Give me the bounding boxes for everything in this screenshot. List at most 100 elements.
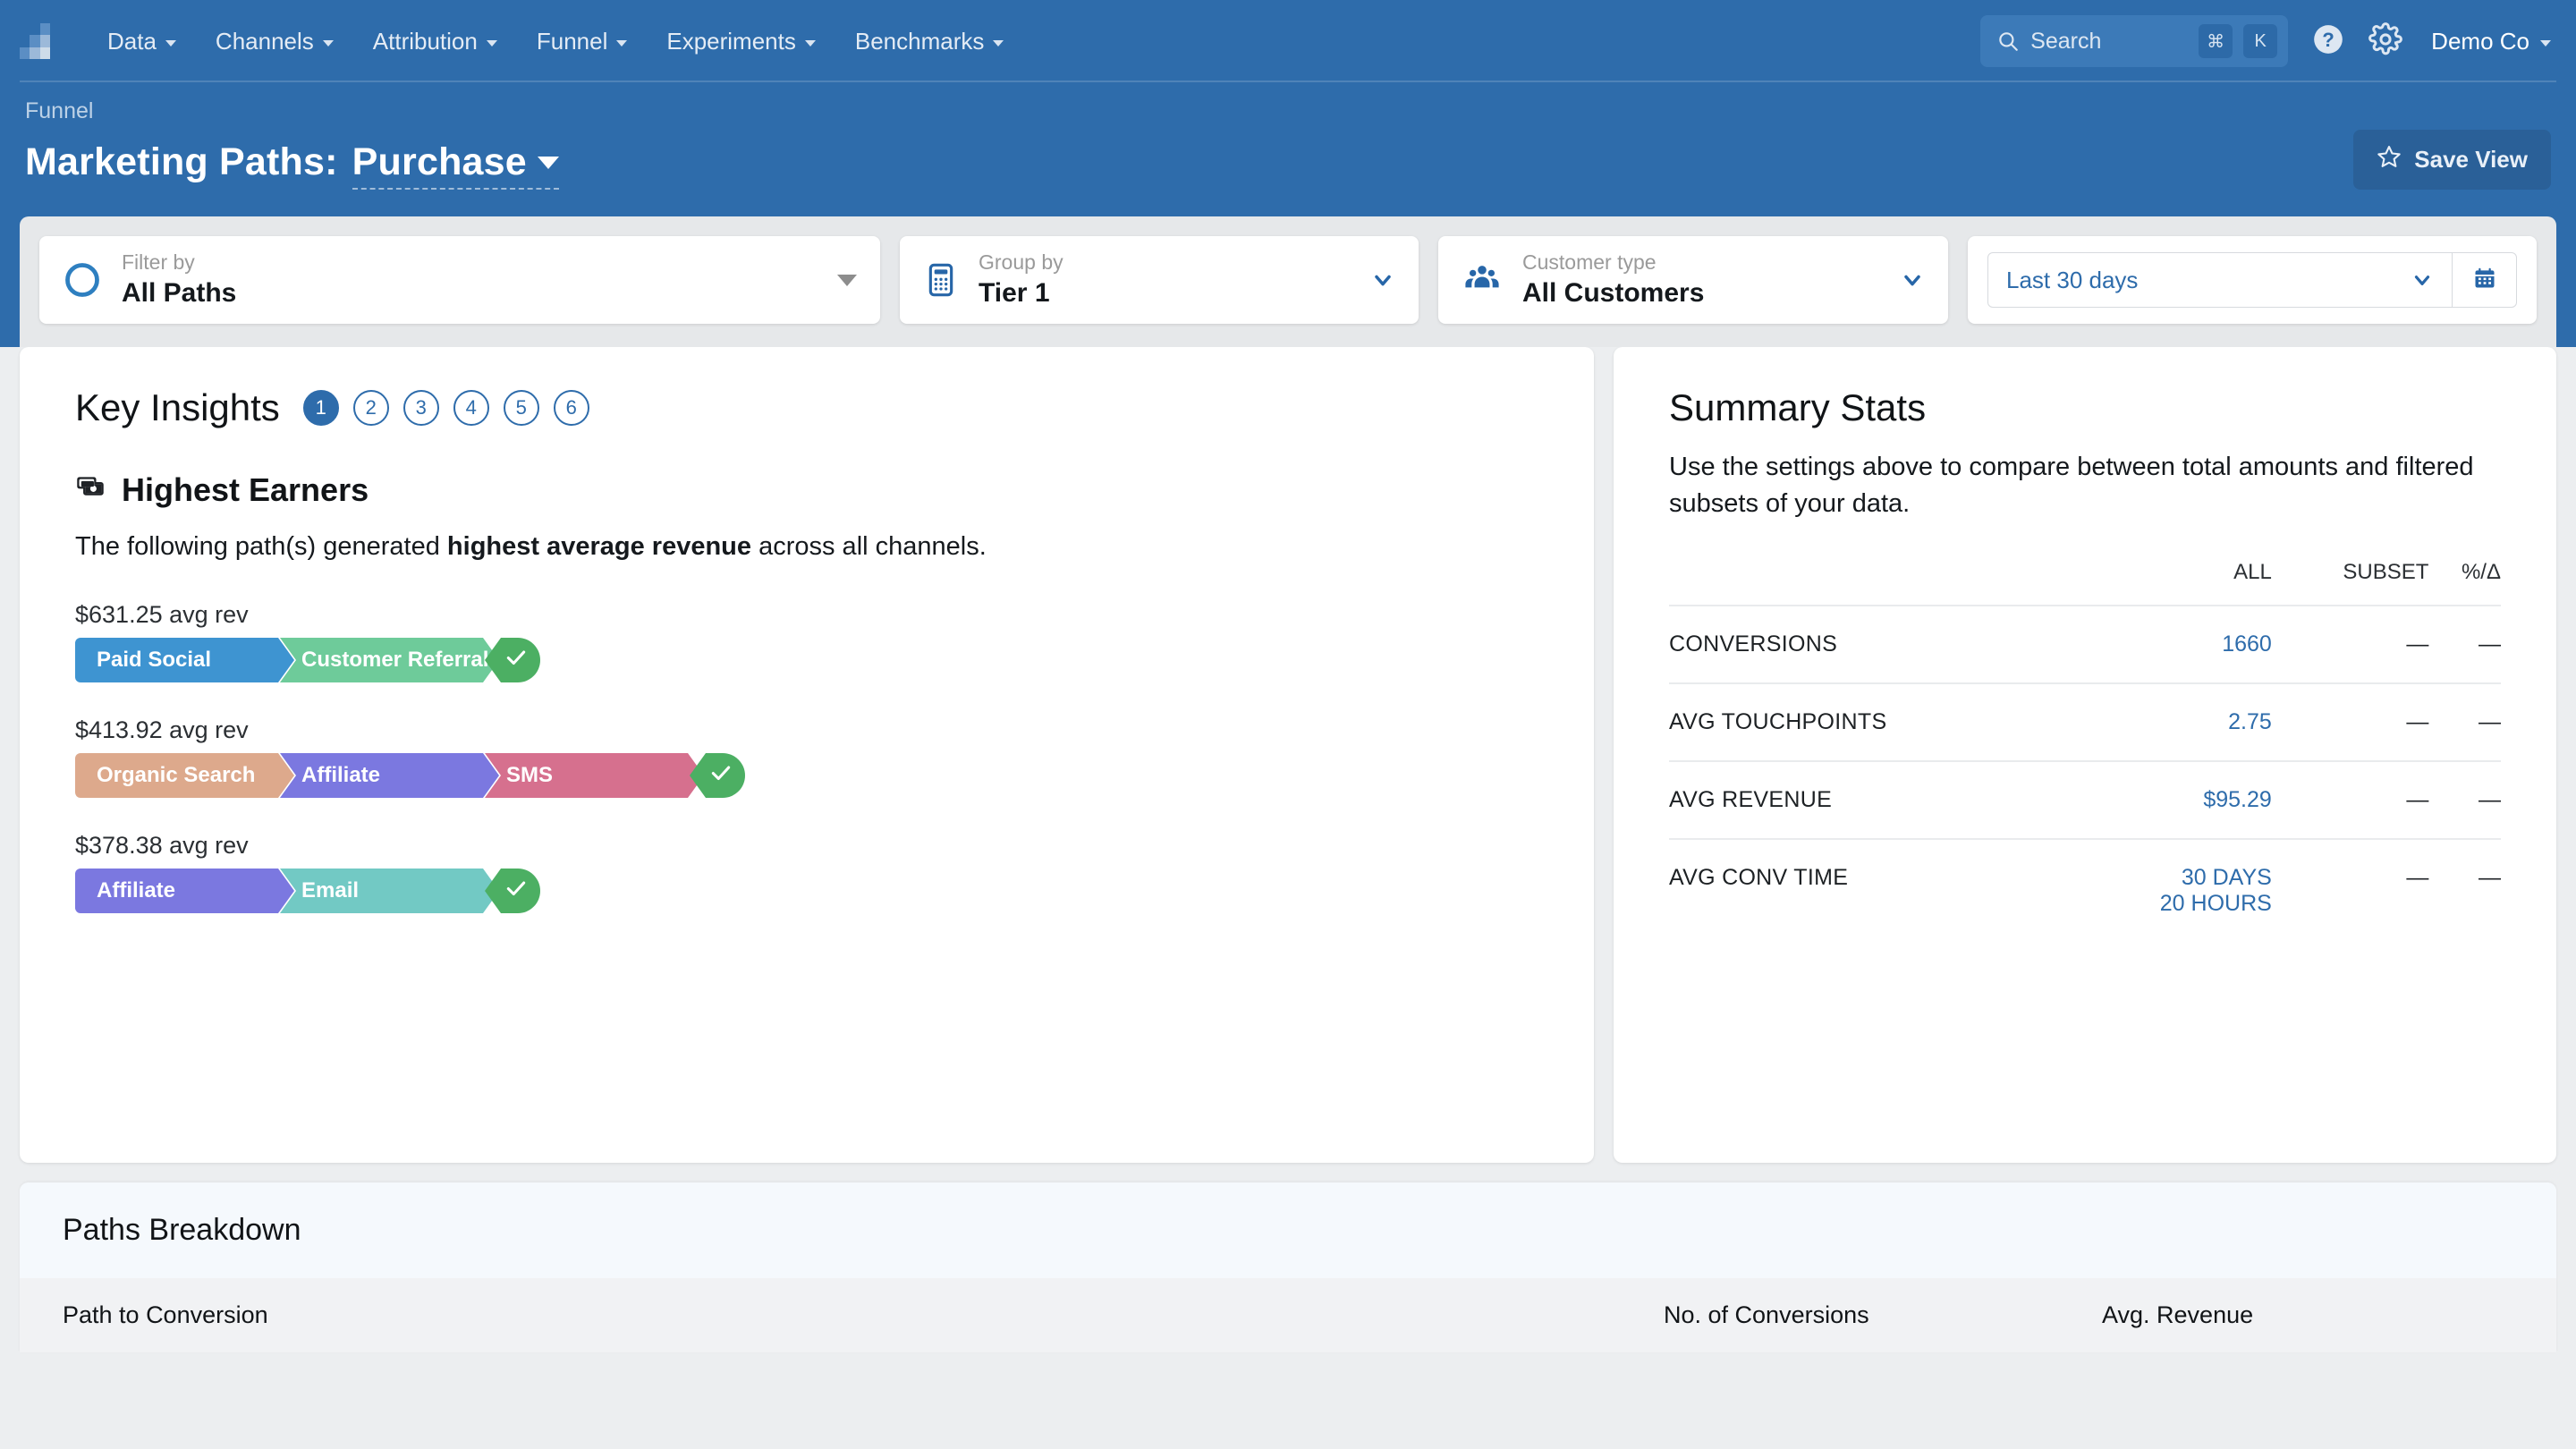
nav-item-label: Funnel [537, 28, 608, 55]
insight-page-2[interactable]: 2 [353, 390, 389, 426]
table-row: AVG CONV TIME 30 DAYS 20 HOURS — — [1669, 839, 2501, 942]
insight-description: The following path(s) generated highest … [75, 532, 1538, 562]
path-conversion-endcap [485, 638, 540, 682]
path-segment[interactable]: Organic Search [75, 753, 294, 798]
svg-text:?: ? [2322, 29, 2334, 51]
stat-all-value: 1660 [2067, 606, 2272, 683]
path-segment[interactable]: Affiliate [280, 753, 499, 798]
nav-item-channels[interactable]: Channels [196, 19, 353, 64]
date-range-selector[interactable]: Last 30 days [1988, 253, 2452, 307]
page-header: Funnel Marketing Paths: Purchase Save Vi… [0, 82, 2576, 216]
account-name: Demo Co [2431, 28, 2529, 55]
conversion-event-value: Purchase [352, 140, 527, 184]
save-view-button[interactable]: Save View [2353, 130, 2551, 190]
path-segment[interactable]: Affiliate [75, 869, 294, 913]
customer-type-value: All Customers [1522, 275, 1704, 310]
chevron-down-icon [805, 40, 816, 47]
summary-stats-title: Summary Stats [1669, 386, 2501, 429]
customer-type-label: Customer type [1522, 250, 1704, 275]
chevron-down-icon [1370, 267, 1395, 292]
chevron-down-icon [993, 40, 1004, 47]
help-circle-icon[interactable]: ? [2311, 22, 2345, 61]
path-segment-label: Email [301, 878, 359, 903]
date-range-card: Last 30 days [1968, 236, 2537, 324]
stat-metric-name: CONVERSIONS [1669, 606, 2067, 683]
search-input[interactable]: Search [2030, 29, 2188, 55]
insight-page-4[interactable]: 4 [453, 390, 489, 426]
page-title: Marketing Paths: Purchase [25, 140, 559, 190]
calendar-picker-button[interactable] [2452, 253, 2516, 307]
stat-subset-value: — [2272, 683, 2429, 761]
chevron-down-icon [837, 275, 857, 286]
column-header-conversions[interactable]: No. of Conversions [1664, 1301, 2102, 1329]
path-segment-label: Paid Social [97, 648, 211, 673]
path-segment[interactable]: Email [280, 869, 499, 913]
search-icon [1996, 30, 2020, 53]
nav-item-funnel[interactable]: Funnel [517, 19, 648, 64]
insight-page-1[interactable]: 1 [303, 390, 339, 426]
calculator-icon [923, 262, 959, 298]
search-shortcut-key: K [2243, 24, 2277, 58]
summary-stats-panel: Summary Stats Use the settings above to … [1614, 347, 2556, 1163]
customer-type-selector[interactable]: Customer type All Customers [1438, 236, 1948, 324]
stat-all-value: 2.75 [2067, 683, 2272, 761]
key-insights-title: Key Insights [75, 386, 280, 429]
chevron-down-icon [1900, 267, 1925, 292]
path-bar[interactable]: Paid Social Customer Referral [75, 638, 1538, 682]
chevron-down-icon [538, 157, 559, 169]
stat-delta-value: — [2428, 761, 2501, 839]
path-bar[interactable]: Affiliate Email [75, 869, 1538, 913]
main-content: Key Insights 1 2 3 4 5 6 [0, 347, 2576, 1163]
conversion-event-selector[interactable]: Purchase [352, 140, 559, 190]
nav-item-label: Channels [216, 28, 314, 55]
summary-stats-table: ALL SUBSET %/Δ CONVERSIONS 1660 — — AVG … [1669, 560, 2501, 942]
paths-breakdown-title: Paths Breakdown [20, 1182, 2556, 1278]
summary-stats-description: Use the settings above to compare betwee… [1669, 449, 2501, 522]
insight-page-6[interactable]: 6 [554, 390, 589, 426]
nav-item-experiments[interactable]: Experiments [647, 19, 835, 64]
date-range-value: Last 30 days [2006, 267, 2138, 294]
column-header-path[interactable]: Path to Conversion [63, 1301, 1664, 1329]
path-bar[interactable]: Organic Search Affiliate SMS [75, 753, 1538, 798]
nav-item-attribution[interactable]: Attribution [353, 19, 517, 64]
filter-bar: Filter by All Paths [20, 216, 2556, 347]
app-logo[interactable] [20, 23, 50, 59]
people-group-icon [1462, 259, 1503, 301]
stat-subset-value: — [2272, 839, 2429, 942]
column-header-revenue[interactable]: Avg. Revenue [2102, 1301, 2513, 1329]
group-by-selector[interactable]: Group by Tier 1 [900, 236, 1419, 324]
nav-item-data[interactable]: Data [88, 19, 196, 64]
gear-icon[interactable] [2368, 22, 2402, 61]
path-segment[interactable]: SMS [485, 753, 704, 798]
column-header-subset: SUBSET [2272, 560, 2429, 606]
nav-item-label: Attribution [373, 28, 478, 55]
path-segment[interactable]: Paid Social [75, 638, 294, 682]
insight-page-3[interactable]: 3 [403, 390, 439, 426]
star-icon [2377, 144, 2402, 175]
calendar-icon [2472, 266, 2497, 295]
nav-item-label: Data [107, 28, 157, 55]
stat-metric-name: AVG CONV TIME [1669, 839, 2067, 942]
stat-delta-value: — [2428, 606, 2501, 683]
path-segment-label: Affiliate [301, 763, 380, 788]
insight-path-row: $378.38 avg rev Affiliate Email [75, 832, 1538, 913]
check-icon [497, 877, 528, 906]
nav-right-group: Search ⌘ K ? Demo Co [1980, 15, 2551, 67]
path-revenue-label: $631.25 avg rev [75, 601, 1538, 629]
insight-description-highlight: highest average revenue [447, 532, 751, 561]
paths-breakdown-panel: Paths Breakdown Path to Conversion No. o… [20, 1182, 2556, 1352]
chevron-down-icon [165, 40, 176, 47]
search-box[interactable]: Search ⌘ K [1980, 15, 2288, 67]
table-row: CONVERSIONS 1660 — — [1669, 606, 2501, 683]
path-segment-label: Organic Search [97, 763, 255, 788]
breadcrumb[interactable]: Funnel [25, 98, 2551, 124]
insight-description-pre: The following path(s) generated [75, 532, 447, 561]
column-header-delta: %/Δ [2428, 560, 2501, 606]
insight-page-5[interactable]: 5 [504, 390, 539, 426]
paths-breakdown-table-header: Path to Conversion No. of Conversions Av… [20, 1278, 2556, 1352]
nav-item-benchmarks[interactable]: Benchmarks [835, 19, 1024, 64]
account-menu[interactable]: Demo Co [2431, 28, 2551, 55]
filter-by-selector[interactable]: Filter by All Paths [39, 236, 880, 324]
path-segment[interactable]: Customer Referral [280, 638, 499, 682]
table-row: AVG REVENUE $95.29 — — [1669, 761, 2501, 839]
